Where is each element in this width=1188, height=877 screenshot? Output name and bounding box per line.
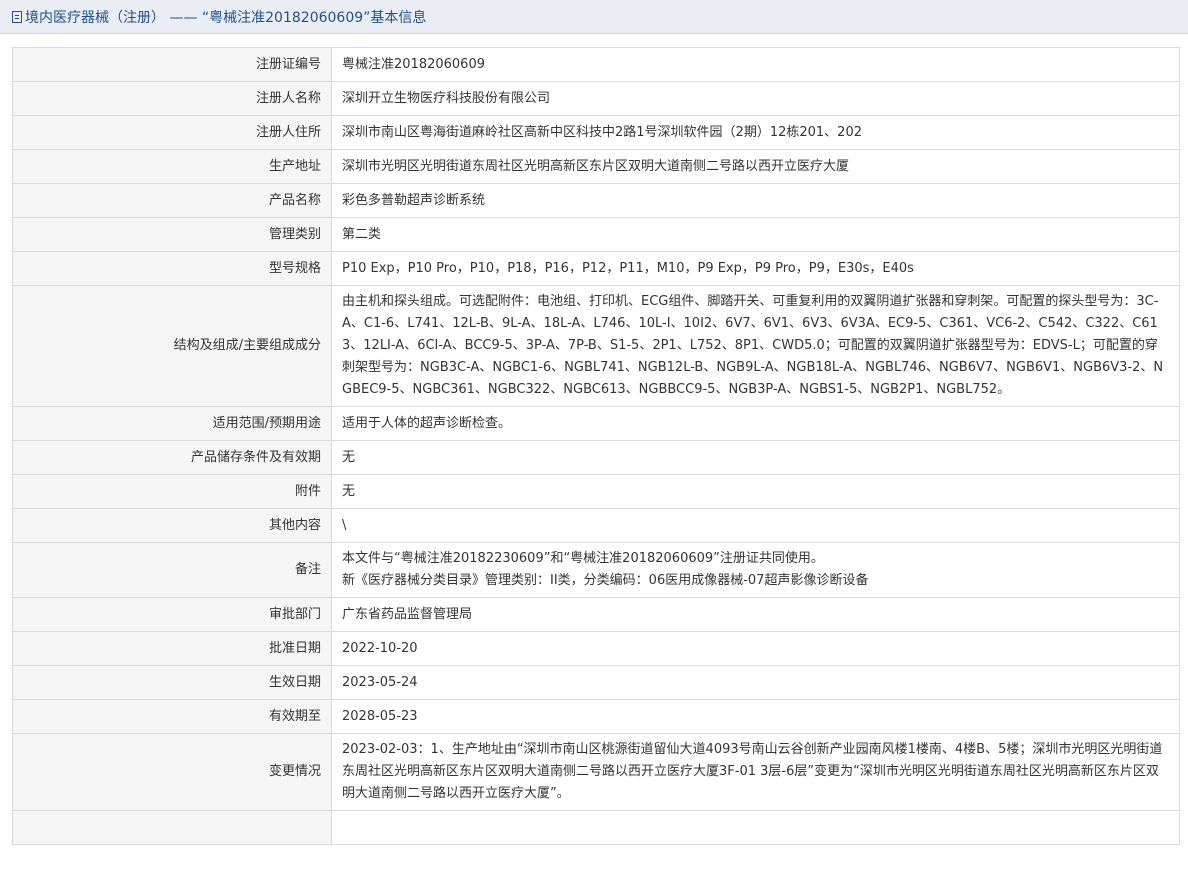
row-value: 由主机和探头组成。可选配附件：电池组、打印机、ECG组件、脚踏开关、可重复利用的…	[331, 285, 1180, 407]
table-row: 其他内容 \	[12, 508, 1180, 543]
row-label: 批准日期	[12, 631, 332, 666]
row-value: 粤械注准20182060609	[331, 47, 1180, 82]
table-row: 产品名称 彩色多普勒超声诊断系统	[12, 183, 1180, 218]
row-label: 变更情况	[12, 733, 332, 811]
row-label: 产品名称	[12, 183, 332, 218]
row-label	[12, 810, 332, 845]
page-title: 境内医疗器械（注册） —— “粤械注准20182060609”基本信息	[25, 9, 427, 26]
row-label: 管理类别	[12, 217, 332, 252]
info-table-container: 注册证编号 粤械注准20182060609 注册人名称 深圳开立生物医疗科技股份…	[12, 47, 1180, 845]
table-row: 产品储存条件及有效期 无	[12, 440, 1180, 475]
row-value: 深圳市南山区粤海街道麻岭社区高新中区科技中2路1号深圳软件园（2期）12栋201…	[331, 115, 1180, 150]
row-value: 无	[331, 474, 1180, 509]
table-row	[12, 810, 1180, 845]
table-row: 生效日期 2023-05-24	[12, 665, 1180, 700]
row-value: 2022-10-20	[331, 631, 1180, 666]
table-row: 注册证编号 粤械注准20182060609	[12, 47, 1180, 82]
table-row: 批准日期 2022-10-20	[12, 631, 1180, 666]
row-value: 本文件与“粤械注准20182230609”和“粤械注准20182060609”注…	[331, 542, 1180, 598]
row-value: 2023-02-03：1、生产地址由“深圳市南山区桃源街道留仙大道4093号南山…	[331, 733, 1180, 811]
row-value: \	[331, 508, 1180, 543]
table-row: 附件 无	[12, 474, 1180, 509]
row-label: 适用范围/预期用途	[12, 406, 332, 441]
row-value	[331, 810, 1180, 845]
row-value: 适用于人体的超声诊断检查。	[331, 406, 1180, 441]
table-row: 备注 本文件与“粤械注准20182230609”和“粤械注准2018206060…	[12, 542, 1180, 598]
table-row: 生产地址 深圳市光明区光明街道东周社区光明高新区东片区双明大道南侧二号路以西开立…	[12, 149, 1180, 184]
document-icon	[12, 10, 22, 23]
table-row: 注册人住所 深圳市南山区粤海街道麻岭社区高新中区科技中2路1号深圳软件园（2期）…	[12, 115, 1180, 150]
table-row: 型号规格 P10 Exp，P10 Pro，P10，P18，P16，P12，P11…	[12, 251, 1180, 286]
row-label: 结构及组成/主要组成成分	[12, 285, 332, 407]
row-value: 无	[331, 440, 1180, 475]
row-label: 其他内容	[12, 508, 332, 543]
row-label: 生产地址	[12, 149, 332, 184]
table-row: 适用范围/预期用途 适用于人体的超声诊断检查。	[12, 406, 1180, 441]
row-value: 2028-05-23	[331, 699, 1180, 734]
table-row: 变更情况 2023-02-03：1、生产地址由“深圳市南山区桃源街道留仙大道40…	[12, 733, 1180, 811]
table-row: 审批部门 广东省药品监督管理局	[12, 597, 1180, 632]
row-label: 审批部门	[12, 597, 332, 632]
row-label: 产品储存条件及有效期	[12, 440, 332, 475]
table-row: 有效期至 2028-05-23	[12, 699, 1180, 734]
row-label: 注册人住所	[12, 115, 332, 150]
info-table: 注册证编号 粤械注准20182060609 注册人名称 深圳开立生物医疗科技股份…	[12, 47, 1180, 845]
row-label: 注册人名称	[12, 81, 332, 116]
row-value: 2023-05-24	[331, 665, 1180, 700]
row-label: 附件	[12, 474, 332, 509]
row-value: 彩色多普勒超声诊断系统	[331, 183, 1180, 218]
table-row: 结构及组成/主要组成成分 由主机和探头组成。可选配附件：电池组、打印机、ECG组…	[12, 285, 1180, 407]
row-value: 深圳市光明区光明街道东周社区光明高新区东片区双明大道南侧二号路以西开立医疗大厦	[331, 149, 1180, 184]
table-row: 管理类别 第二类	[12, 217, 1180, 252]
row-label: 生效日期	[12, 665, 332, 700]
table-row: 注册人名称 深圳开立生物医疗科技股份有限公司	[12, 81, 1180, 116]
page-header: 境内医疗器械（注册） —— “粤械注准20182060609”基本信息	[0, 0, 1188, 34]
row-value: 广东省药品监督管理局	[331, 597, 1180, 632]
row-label: 注册证编号	[12, 47, 332, 82]
row-value: P10 Exp，P10 Pro，P10，P18，P16，P12，P11，M10，…	[331, 251, 1180, 286]
row-label: 型号规格	[12, 251, 332, 286]
row-value: 深圳开立生物医疗科技股份有限公司	[331, 81, 1180, 116]
row-value: 第二类	[331, 217, 1180, 252]
row-label: 备注	[12, 542, 332, 598]
row-label: 有效期至	[12, 699, 332, 734]
